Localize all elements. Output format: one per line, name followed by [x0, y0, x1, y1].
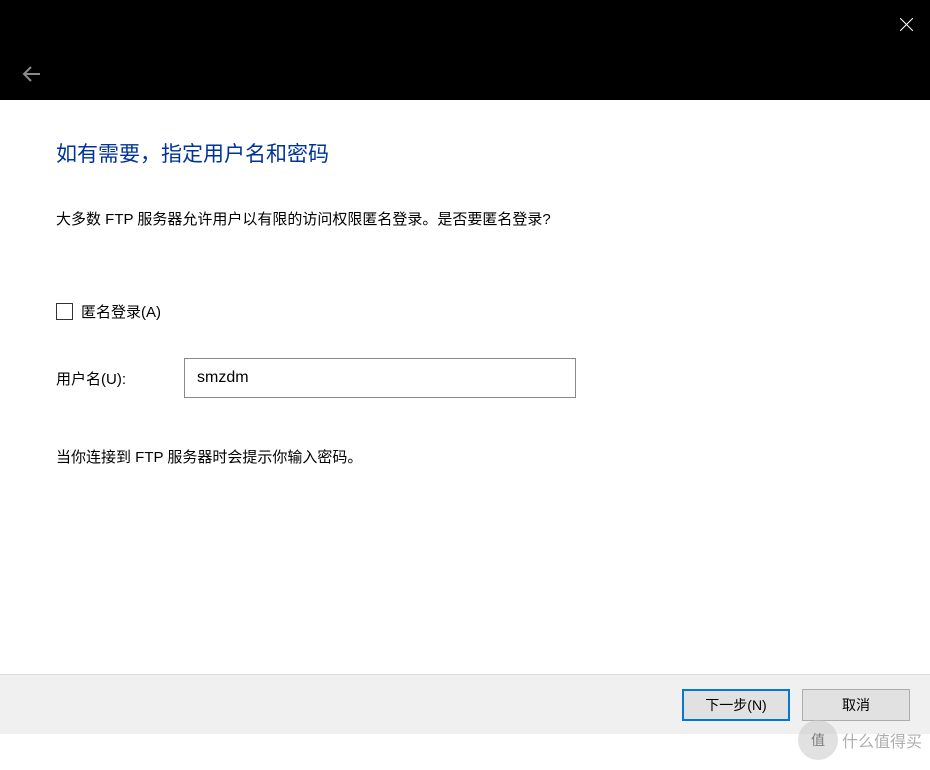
username-input[interactable] [184, 358, 576, 398]
wizard-footer: 下一步(N) 取消 [0, 674, 930, 734]
cancel-button[interactable]: 取消 [802, 689, 910, 721]
username-row: 用户名(U): [56, 358, 874, 398]
anonymous-login-label: 匿名登录(A) [81, 301, 161, 322]
titlebar [0, 0, 930, 48]
next-button[interactable]: 下一步(N) [682, 689, 790, 721]
password-hint: 当你连接到 FTP 服务器时会提示你输入密码。 [56, 446, 874, 467]
username-label: 用户名(U): [56, 368, 184, 389]
page-heading: 如有需要，指定用户名和密码 [56, 138, 874, 168]
back-arrow-icon [21, 63, 43, 85]
anonymous-login-row: 匿名登录(A) [56, 301, 874, 322]
back-button[interactable] [12, 54, 52, 94]
anonymous-login-checkbox[interactable] [56, 303, 73, 320]
wizard-content: 如有需要，指定用户名和密码 大多数 FTP 服务器允许用户以有限的访问权限匿名登… [0, 100, 930, 674]
close-button[interactable] [882, 0, 930, 48]
nav-bar [0, 48, 930, 100]
close-icon [900, 18, 913, 31]
description-text: 大多数 FTP 服务器允许用户以有限的访问权限匿名登录。是否要匿名登录? [56, 208, 874, 229]
